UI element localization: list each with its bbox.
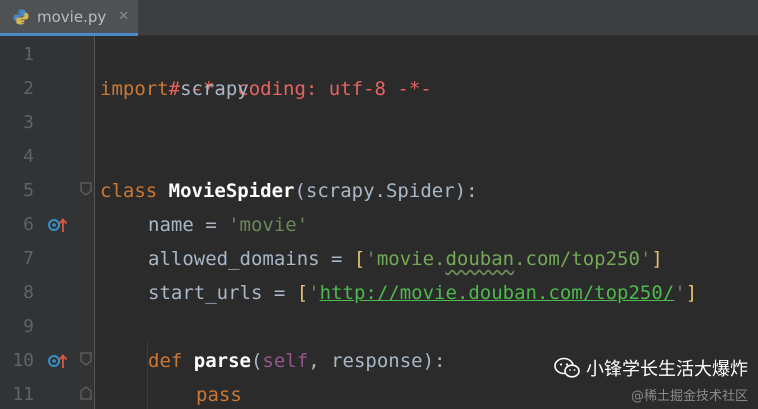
tab-label: movie.py	[37, 7, 107, 26]
string-quote: '	[639, 248, 652, 270]
identifier: scrapy	[168, 78, 249, 100]
keyword: import	[100, 78, 169, 100]
line-number: 1	[23, 44, 34, 65]
fold-marker-icon[interactable]	[80, 182, 92, 196]
override-marker-icon[interactable]	[48, 352, 70, 370]
code-line-5: class MovieSpider(scrapy.Spider):	[100, 174, 478, 208]
line-number: 2	[23, 78, 34, 99]
code-line-1: # -*- coding: utf-8 -*-	[100, 38, 432, 100]
line-number: 10	[12, 350, 34, 371]
line-number-gutter[interactable]: 1 2 3 4 5 6 7 8 9 10 11	[0, 36, 95, 409]
tab-bar: movie.py ✕	[0, 0, 758, 36]
spellcheck-word: douban	[445, 248, 515, 270]
class-name: MovieSpider	[157, 180, 295, 202]
code-line-2: import scrapy	[100, 72, 249, 106]
editor-window: movie.py ✕ 1 2 3 4 5 6 7 8 9 10 11 # -*-…	[0, 0, 758, 409]
keyword: def	[148, 350, 183, 372]
code-line-7: allowed_domains = ['movie.douban.com/top…	[148, 242, 663, 276]
url-link[interactable]: http://movie.douban.com/top250/	[320, 282, 675, 304]
watermark-main: 小锋学长生活大爆炸	[554, 355, 748, 381]
watermark: 小锋学长生活大爆炸 @稀土掘金技术社区	[520, 353, 750, 405]
close-icon[interactable]: ✕	[118, 10, 129, 23]
assignment: allowed_domains =	[148, 248, 354, 270]
watermark-subtitle: @稀土掘金技术社区	[630, 389, 748, 404]
line-number: 4	[23, 146, 34, 167]
line-number: 7	[23, 248, 34, 269]
code-line-10: def parse(self, response):	[148, 344, 445, 378]
line-number: 11	[12, 384, 34, 405]
fold-end-marker-icon[interactable]	[80, 386, 92, 400]
self-param: self	[262, 350, 309, 372]
code-line-11: pass	[196, 378, 242, 409]
tab-movie-py[interactable]: movie.py ✕	[0, 0, 138, 36]
string-literal: movie.	[376, 248, 446, 270]
keyword: class	[100, 180, 158, 202]
bracket: [	[296, 282, 309, 304]
string-literal: .com/top250	[514, 248, 640, 270]
code-line-6: name = 'movie'	[148, 208, 308, 242]
python-file-icon	[13, 9, 29, 24]
line-number: 3	[23, 112, 34, 133]
paren: (	[250, 350, 263, 372]
watermark-title: 小锋学长生活大爆炸	[586, 359, 748, 380]
line-number: 8	[23, 282, 34, 303]
params: , response):	[308, 350, 446, 372]
fold-marker-icon[interactable]	[80, 352, 92, 366]
bracket: ]	[685, 282, 698, 304]
assignment: name =	[148, 214, 229, 236]
base-class: (scrapy.Spider):	[294, 180, 478, 202]
bracket: [	[353, 248, 366, 270]
line-number: 5	[23, 180, 34, 201]
wechat-icon	[554, 357, 580, 378]
assignment: start_urls =	[148, 282, 297, 304]
string-literal: 'movie'	[228, 214, 309, 236]
bracket: ]	[651, 248, 663, 270]
string-quote: '	[308, 282, 320, 304]
line-number: 6	[23, 214, 34, 235]
keyword: pass	[196, 384, 242, 406]
line-number: 9	[23, 316, 34, 337]
string-quote: '	[674, 282, 686, 304]
code-line-8: start_urls = ['http://movie.douban.com/t…	[148, 276, 697, 310]
override-marker-icon[interactable]	[48, 216, 70, 234]
string-quote: '	[365, 248, 377, 270]
function-name: parse	[182, 350, 251, 372]
